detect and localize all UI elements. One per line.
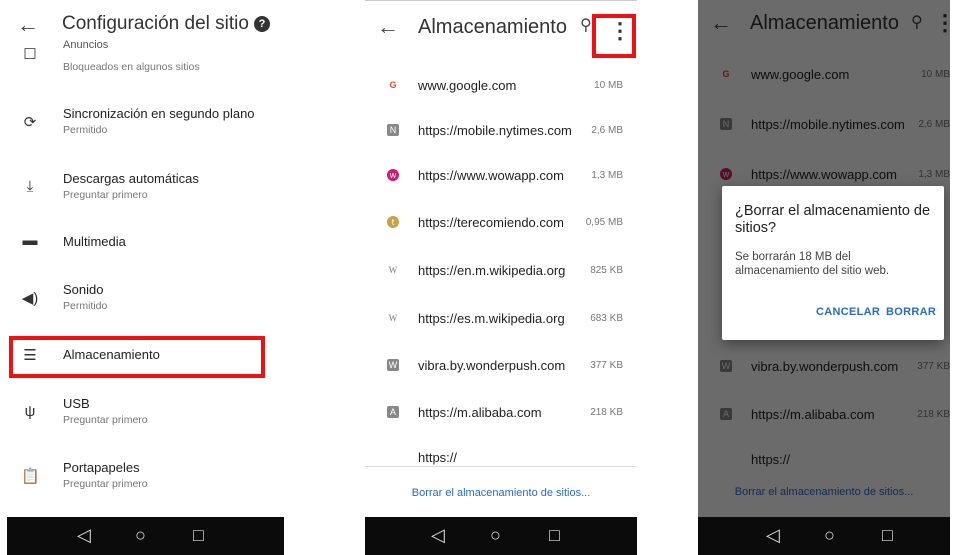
site-size: 218 KB <box>590 407 623 418</box>
wowapp-favicon-icon: w <box>387 169 399 181</box>
settings-item-auto-downloads[interactable]: ⤓ Descargas automáticas Preguntar primer… <box>7 165 284 221</box>
terecomiendo-favicon-icon: t <box>387 216 399 228</box>
site-row[interactable]: W vibra.by.wonderpush.com 377 KB <box>365 345 637 389</box>
clipboard-icon: 📋 <box>21 468 40 485</box>
site-size: 377 KB <box>590 360 623 371</box>
site-size: 10 MB <box>594 80 623 91</box>
sound-icon: ◀) <box>21 290 39 307</box>
nav-recents-icon[interactable]: □ <box>549 525 560 546</box>
settings-item-subtitle: Permitido <box>63 124 108 136</box>
settings-item-subtitle: Preguntar primero <box>63 478 148 490</box>
site-url: www.google.com <box>418 78 517 93</box>
highlight-box <box>9 336 265 378</box>
site-row[interactable]: G www.google.com 10 MB <box>365 66 637 110</box>
nytimes-favicon-icon: N <box>387 124 399 136</box>
nav-bar: ◁ ○ □ <box>698 517 950 555</box>
site-row[interactable]: N https://mobile.nytimes.com 2,6 MB <box>365 110 637 154</box>
settings-item-subtitle: Permitido <box>63 300 108 312</box>
highlight-box <box>592 14 636 58</box>
site-url: https:// <box>418 450 458 465</box>
nav-recents-icon[interactable]: □ <box>193 525 204 546</box>
nav-home-icon[interactable]: ○ <box>824 525 835 546</box>
site-url: https://www.wowapp.com <box>418 168 564 183</box>
site-row[interactable]: W https://es.m.wikipedia.org 683 KB <box>365 298 637 342</box>
phone-storage-dialog: ← Almacenamiento ⚲ ⋮ G www.google.com 10… <box>698 0 950 555</box>
settings-item-clipboard[interactable]: 📋 Portapapeles Preguntar primero <box>7 454 284 510</box>
settings-item-usb[interactable]: ψ USB Preguntar primero <box>7 390 284 446</box>
site-size: 1,3 MB <box>591 170 623 181</box>
site-row[interactable]: t https://terecomiendo.com 0,95 MB <box>365 202 637 246</box>
site-url: https://terecomiendo.com <box>418 215 564 230</box>
settings-item-title: Sonido <box>63 282 104 297</box>
phone-site-settings: ← Configuración del sitio ? ☐ Anuncios B… <box>7 0 284 555</box>
nav-recents-icon[interactable]: □ <box>882 525 893 546</box>
settings-item-title: Descargas automáticas <box>63 171 199 186</box>
settings-item-title: Sincronización en segundo plano <box>63 106 255 121</box>
site-size: 0,95 MB <box>585 217 623 228</box>
usb-icon: ψ <box>24 403 36 420</box>
page-title: Configuración del sitio <box>62 13 249 34</box>
settings-item-title: Anuncios <box>63 39 109 51</box>
settings-item-title: Multimedia <box>63 234 126 249</box>
google-favicon-icon: G <box>389 80 397 90</box>
site-row[interactable]: W https://en.m.wikipedia.org 825 KB <box>365 250 637 294</box>
page-title: Almacenamiento <box>418 16 567 38</box>
site-url: https://en.m.wikipedia.org <box>418 263 566 278</box>
settings-item-subtitle: Preguntar primero <box>63 414 148 426</box>
alibaba-favicon-icon: A <box>387 406 399 418</box>
settings-item-title: USB <box>63 396 90 411</box>
site-row[interactable]: A https://m.alibaba.com 218 KB <box>365 392 637 436</box>
clear-storage-dialog: ¿Borrar el almacenamiento de sitios? Se … <box>722 186 944 340</box>
phone-storage: ← Almacenamiento ⚲ ⋮ G www.google.com 10… <box>365 0 637 555</box>
download-icon: ⤓ <box>26 178 34 195</box>
nav-bar: ◁ ○ □ <box>365 517 637 555</box>
nav-back-icon[interactable]: ◁ <box>431 525 445 546</box>
site-url: https://m.alibaba.com <box>418 405 542 420</box>
settings-item-media[interactable]: ▬ Multimedia <box>7 221 284 277</box>
nav-home-icon[interactable]: ○ <box>135 525 146 546</box>
divider <box>365 466 637 467</box>
site-row[interactable]: https:// <box>365 440 637 466</box>
nav-bar: ◁ ○ □ <box>7 517 284 555</box>
settings-item-title: Portapapeles <box>63 460 140 475</box>
dialog-title: ¿Borrar el almacenamiento de sitios? <box>735 203 931 236</box>
settings-item-background-sync[interactable]: ⟳ Sincronización en segundo plano Permit… <box>7 100 284 156</box>
sync-icon: ⟳ <box>23 114 37 131</box>
help-icon[interactable]: ? <box>254 16 270 32</box>
media-icon: ▬ <box>22 232 38 249</box>
settings-item-subtitle: Preguntar primero <box>63 189 148 201</box>
nav-home-icon[interactable]: ○ <box>490 525 501 546</box>
nav-back-icon[interactable]: ◁ <box>77 525 91 546</box>
clear-button[interactable]: BORRAR <box>886 306 936 318</box>
back-arrow-icon[interactable]: ← <box>377 14 399 40</box>
clear-storage-link[interactable]: Borrar el almacenamiento de sitios... <box>365 487 637 499</box>
site-size: 825 KB <box>590 265 623 276</box>
settings-item-ads[interactable]: ☐ Anuncios Bloqueados en algunos sitios <box>7 39 284 80</box>
site-row[interactable]: w https://www.wowapp.com 1,3 MB <box>365 155 637 199</box>
nav-back-icon[interactable]: ◁ <box>766 525 780 546</box>
settings-item-sound[interactable]: ◀) Sonido Permitido <box>7 276 284 332</box>
dialog-message: Se borrarán 18 MB del almacenamiento del… <box>735 251 890 277</box>
wikipedia-favicon-icon: W <box>388 313 398 323</box>
ads-icon: ☐ <box>23 46 37 63</box>
site-size: 2,6 MB <box>591 125 623 136</box>
wikipedia-favicon-icon: W <box>388 265 398 275</box>
settings-item-subtitle: Bloqueados en algunos sitios <box>63 61 200 73</box>
back-arrow-icon[interactable]: ← <box>17 12 39 38</box>
site-url: https://mobile.nytimes.com <box>418 123 572 138</box>
wonderpush-favicon-icon: W <box>387 359 399 371</box>
cancel-button[interactable]: CANCELAR <box>816 306 880 318</box>
site-url: vibra.by.wonderpush.com <box>418 358 566 373</box>
search-icon[interactable]: ⚲ <box>580 15 592 35</box>
site-size: 683 KB <box>590 313 623 324</box>
site-url: https://es.m.wikipedia.org <box>418 311 565 326</box>
